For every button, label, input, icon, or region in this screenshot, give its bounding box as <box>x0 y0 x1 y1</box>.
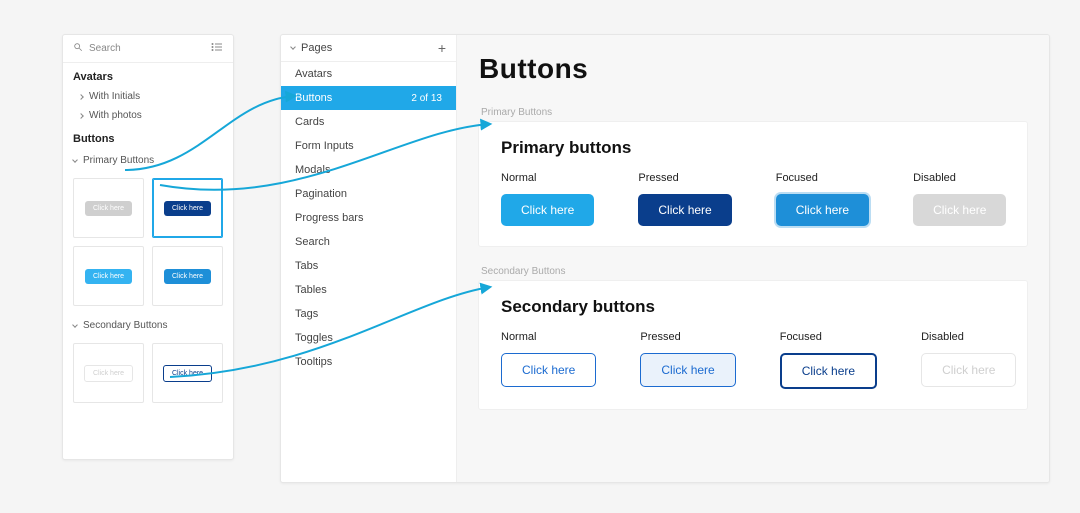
pages-header: Pages + <box>281 35 456 62</box>
primary-normal-button[interactable]: Click here <box>501 194 594 226</box>
palette-section-buttons[interactable]: Buttons <box>63 125 233 149</box>
frame-label-primary[interactable]: Primary Buttons <box>481 107 1025 118</box>
page-item-progress-bars[interactable]: Progress bars <box>281 206 456 230</box>
thumb-secondary-disabled[interactable]: Click here <box>73 343 144 403</box>
page-item-buttons[interactable]: Buttons 2 of 13 <box>281 86 456 110</box>
palette-section-avatars[interactable]: Avatars <box>63 63 233 87</box>
secondary-pressed-button[interactable]: Click here <box>640 353 735 387</box>
thumb-secondary-pressed[interactable]: Click here <box>152 343 223 403</box>
design-window: Pages + Avatars Buttons 2 of 13 Cards Fo… <box>280 34 1050 483</box>
thumb-primary-disabled[interactable]: Click here <box>73 178 144 238</box>
state-primary-normal: Normal Click here <box>501 172 594 226</box>
secondary-states: Normal Click here Pressed Click here Foc… <box>501 331 1005 389</box>
frame-secondary-buttons[interactable]: Secondary buttons Normal Click here Pres… <box>479 281 1027 409</box>
state-primary-focused: Focused Click here <box>776 172 869 226</box>
state-secondary-focused: Focused Click here <box>780 331 877 389</box>
secondary-normal-button[interactable]: Click here <box>501 353 596 387</box>
frame-heading-primary: Primary buttons <box>501 138 1005 158</box>
page-item-cards[interactable]: Cards <box>281 110 456 134</box>
palette-primary-thumbs: Click here Click here Click here Click h… <box>63 170 233 314</box>
state-primary-disabled: Disabled Click here <box>913 172 1006 226</box>
page-item-tags[interactable]: Tags <box>281 302 456 326</box>
chevron-right-icon <box>78 113 84 119</box>
page-item-count: 2 of 13 <box>411 93 442 104</box>
primary-disabled-button: Click here <box>913 194 1006 226</box>
frame-primary-buttons[interactable]: Primary buttons Normal Click here Presse… <box>479 122 1027 246</box>
page-title: Buttons <box>479 53 1027 85</box>
pages-toggle[interactable]: Pages <box>291 42 332 54</box>
frame-label-secondary[interactable]: Secondary Buttons <box>481 266 1025 277</box>
list-view-icon[interactable] <box>211 41 223 56</box>
primary-states: Normal Click here Pressed Click here Foc… <box>501 172 1005 226</box>
palette-search-placeholder: Search <box>89 43 121 54</box>
palette-group-primary[interactable]: Primary Buttons <box>63 149 233 170</box>
state-primary-pressed: Pressed Click here <box>638 172 731 226</box>
palette-secondary-thumbs: Click here Click here <box>63 335 233 411</box>
thumb-primary-normal[interactable]: Click here <box>73 246 144 306</box>
primary-pressed-button[interactable]: Click here <box>638 194 731 226</box>
thumb-primary-focused[interactable]: Click here <box>152 246 223 306</box>
search-icon <box>73 42 83 55</box>
design-canvas[interactable]: Buttons Primary Buttons Primary buttons … <box>457 35 1049 482</box>
page-item-tooltips[interactable]: Tooltips <box>281 350 456 374</box>
components-palette: Search Avatars With Initials With photos… <box>62 34 234 460</box>
chevron-down-icon <box>290 44 296 50</box>
secondary-focused-button[interactable]: Click here <box>780 353 877 389</box>
state-secondary-pressed: Pressed Click here <box>640 331 735 389</box>
page-item-form-inputs[interactable]: Form Inputs <box>281 134 456 158</box>
page-item-tabs[interactable]: Tabs <box>281 254 456 278</box>
state-secondary-normal: Normal Click here <box>501 331 596 389</box>
page-item-toggles[interactable]: Toggles <box>281 326 456 350</box>
secondary-disabled-button: Click here <box>921 353 1016 387</box>
thumb-primary-pressed[interactable]: Click here <box>152 178 223 238</box>
palette-search[interactable]: Search <box>73 42 121 55</box>
page-item-pagination[interactable]: Pagination <box>281 182 456 206</box>
chevron-down-icon <box>72 157 78 163</box>
chevron-down-icon <box>72 322 78 328</box>
page-item-tables[interactable]: Tables <box>281 278 456 302</box>
palette-group-secondary[interactable]: Secondary Buttons <box>63 314 233 335</box>
chevron-right-icon <box>78 94 84 100</box>
palette-item-with-initials[interactable]: With Initials <box>63 87 233 106</box>
state-secondary-disabled: Disabled Click here <box>921 331 1016 389</box>
add-page-button[interactable]: + <box>438 41 446 55</box>
page-item-search[interactable]: Search <box>281 230 456 254</box>
frame-heading-secondary: Secondary buttons <box>501 297 1005 317</box>
palette-search-row: Search <box>63 35 233 63</box>
page-item-avatars[interactable]: Avatars <box>281 62 456 86</box>
primary-focused-button[interactable]: Click here <box>776 194 869 226</box>
pages-sidebar: Pages + Avatars Buttons 2 of 13 Cards Fo… <box>281 35 457 482</box>
page-item-modals[interactable]: Modals <box>281 158 456 182</box>
palette-item-with-photos[interactable]: With photos <box>63 106 233 125</box>
